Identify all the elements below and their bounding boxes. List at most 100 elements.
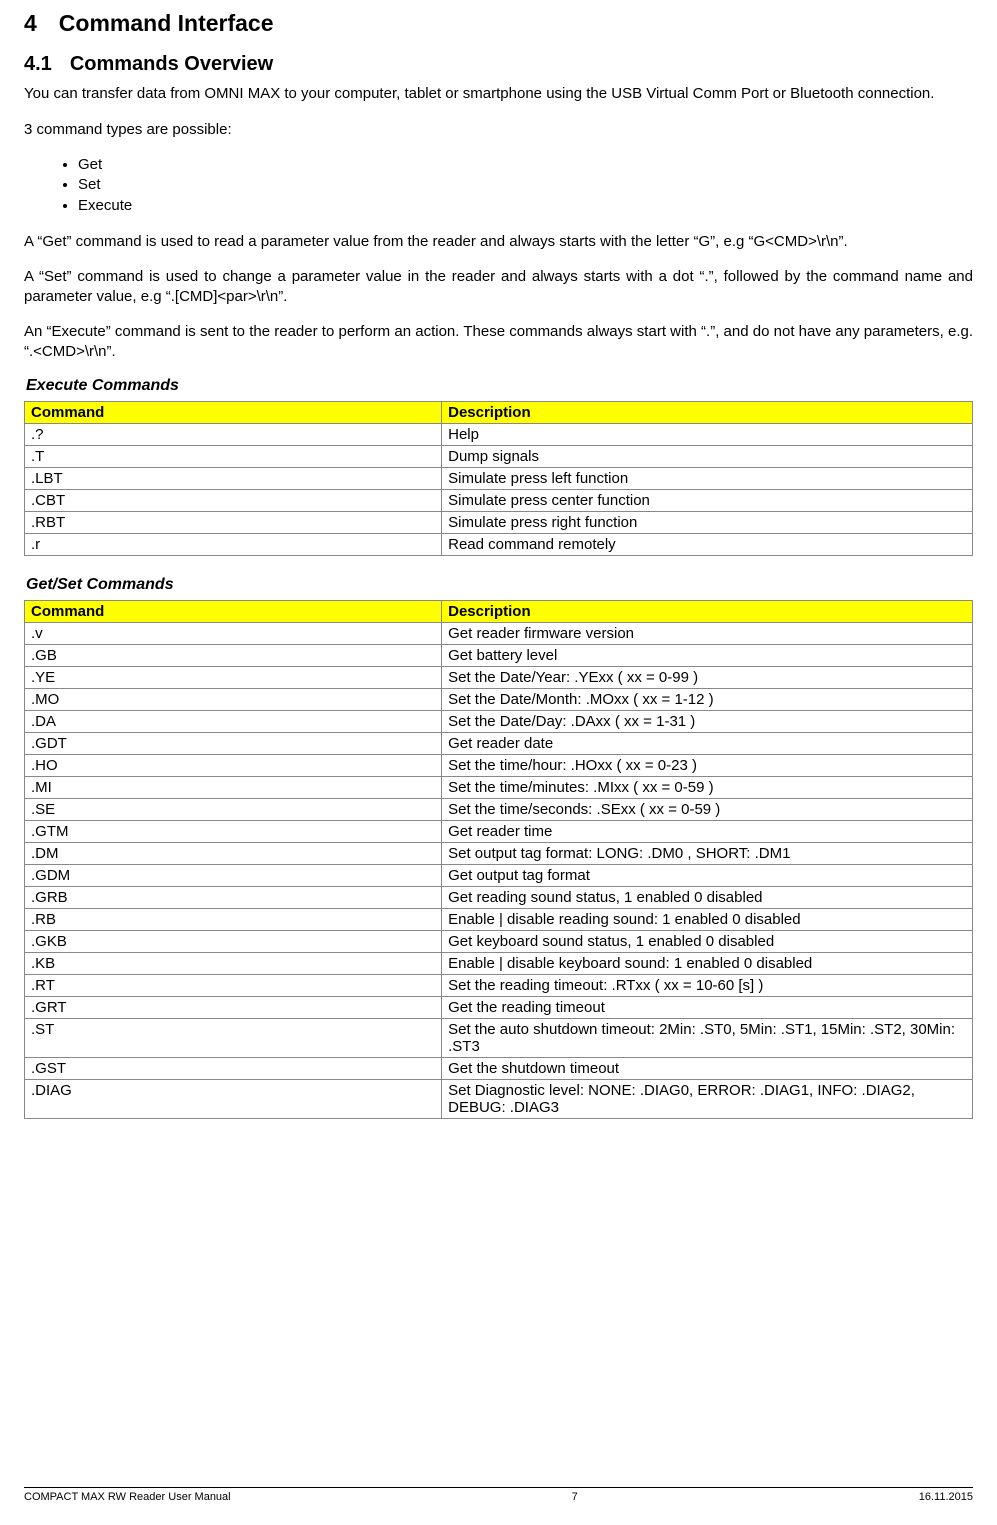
table-cell: Get battery level (442, 645, 973, 667)
footer-right: 16.11.2015 (919, 1491, 973, 1503)
table-cell: .GST (25, 1058, 442, 1080)
footer-left: COMPACT MAX RW Reader User Manual (24, 1491, 231, 1503)
table-cell: .KB (25, 953, 442, 975)
table-row: .GDTGet reader date (25, 733, 973, 755)
table-row: .RBTSimulate press right function (25, 512, 973, 534)
table-cell: Read command remotely (442, 534, 973, 556)
subsection-heading: 4.1 Commands Overview (24, 53, 973, 76)
list-item: Set (78, 175, 973, 195)
table-cell: .LBT (25, 468, 442, 490)
table-cell: .DIAG (25, 1080, 442, 1119)
table-cell: Set output tag format: LONG: .DM0 , SHOR… (442, 843, 973, 865)
table-cell: .GDT (25, 733, 442, 755)
table-cell: .GDM (25, 865, 442, 887)
table-row: .HOSet the time/hour: .HOxx ( xx = 0-23 … (25, 755, 973, 777)
table-cell: Get reader firmware version (442, 623, 973, 645)
table-cell: Set the Date/Month: .MOxx ( xx = 1-12 ) (442, 689, 973, 711)
table-cell: .SE (25, 799, 442, 821)
subsection-number: 4.1 (24, 53, 52, 75)
table-cell: Get reader date (442, 733, 973, 755)
table-cell: .CBT (25, 490, 442, 512)
section-number: 4 (24, 10, 37, 36)
table-cell: Set the reading timeout: .RTxx ( xx = 10… (442, 975, 973, 997)
table-row: .GSTGet the shutdown timeout (25, 1058, 973, 1080)
table-header: Command (25, 402, 442, 424)
table-cell: Get the shutdown timeout (442, 1058, 973, 1080)
table-cell: .RBT (25, 512, 442, 534)
table-row: .MISet the time/minutes: .MIxx ( xx = 0-… (25, 777, 973, 799)
table-cell: Get reading sound status, 1 enabled 0 di… (442, 887, 973, 909)
table-row: .SESet the time/seconds: .SExx ( xx = 0-… (25, 799, 973, 821)
execute-commands-block: Execute Commands Command Description .?H… (24, 377, 973, 556)
table-row: .YESet the Date/Year: .YExx ( xx = 0-99 … (25, 667, 973, 689)
table-cell: Set the Date/Day: .DAxx ( xx = 1-31 ) (442, 711, 973, 733)
table-cell: .MI (25, 777, 442, 799)
body-paragraph: You can transfer data from OMNI MAX to y… (24, 84, 973, 104)
table-cell: Get the reading timeout (442, 997, 973, 1019)
table-row: .DASet the Date/Day: .DAxx ( xx = 1-31 ) (25, 711, 973, 733)
footer-center: 7 (572, 1491, 578, 1503)
table-cell: Simulate press center function (442, 490, 973, 512)
table-cell: .GB (25, 645, 442, 667)
table-cell: Set the time/minutes: .MIxx ( xx = 0-59 … (442, 777, 973, 799)
table-cell: .? (25, 424, 442, 446)
table-cell: Set the Date/Year: .YExx ( xx = 0-99 ) (442, 667, 973, 689)
table-cell: .YE (25, 667, 442, 689)
table-title: Execute Commands (26, 377, 973, 395)
table-header: Command (25, 601, 442, 623)
table-cell: Help (442, 424, 973, 446)
table-cell: .RB (25, 909, 442, 931)
table-row: .RTSet the reading timeout: .RTxx ( xx =… (25, 975, 973, 997)
table-header: Description (442, 601, 973, 623)
table-cell: Get keyboard sound status, 1 enabled 0 d… (442, 931, 973, 953)
table-cell: .MO (25, 689, 442, 711)
table-row: .?Help (25, 424, 973, 446)
table-cell: Set Diagnostic level: NONE: .DIAG0, ERRO… (442, 1080, 973, 1119)
body-paragraph: 3 command types are possible: (24, 120, 973, 140)
table-cell: Get reader time (442, 821, 973, 843)
table-row: .GTMGet reader time (25, 821, 973, 843)
table-cell: Get output tag format (442, 865, 973, 887)
table-row: .CBTSimulate press center function (25, 490, 973, 512)
table-row: .LBTSimulate press left function (25, 468, 973, 490)
getset-commands-block: Get/Set Commands Command Description .vG… (24, 576, 973, 1119)
table-cell: .T (25, 446, 442, 468)
table-cell: Simulate press left function (442, 468, 973, 490)
table-cell: .v (25, 623, 442, 645)
table-row: .vGet reader firmware version (25, 623, 973, 645)
page-footer: COMPACT MAX RW Reader User Manual 7 16.1… (24, 1487, 973, 1503)
table-row: .GRBGet reading sound status, 1 enabled … (25, 887, 973, 909)
table-title: Get/Set Commands (26, 576, 973, 594)
table-row: .STSet the auto shutdown timeout: 2Min: … (25, 1019, 973, 1058)
table-cell: Set the time/seconds: .SExx ( xx = 0-59 … (442, 799, 973, 821)
table-row: .DMSet output tag format: LONG: .DM0 , S… (25, 843, 973, 865)
list-item: Get (78, 155, 973, 175)
table-cell: .GKB (25, 931, 442, 953)
table-row: .GKBGet keyboard sound status, 1 enabled… (25, 931, 973, 953)
table-cell: Simulate press right function (442, 512, 973, 534)
table-row: .GBGet battery level (25, 645, 973, 667)
table-cell: Enable | disable keyboard sound: 1 enabl… (442, 953, 973, 975)
table-row: .RBEnable | disable reading sound: 1 ena… (25, 909, 973, 931)
execute-commands-table: Command Description .?Help.TDump signals… (24, 401, 973, 556)
table-cell: .DM (25, 843, 442, 865)
table-header: Description (442, 402, 973, 424)
section-heading: 4 Command Interface (24, 10, 973, 37)
section-title: Command Interface (59, 10, 274, 36)
list-item: Execute (78, 196, 973, 216)
table-cell: Set the time/hour: .HOxx ( xx = 0-23 ) (442, 755, 973, 777)
body-paragraph: A “Get” command is used to read a parame… (24, 232, 973, 252)
table-row: .GRTGet the reading timeout (25, 997, 973, 1019)
table-cell: .r (25, 534, 442, 556)
subsection-title: Commands Overview (70, 53, 273, 75)
bullet-list: Get Set Execute (24, 155, 973, 216)
table-cell: .GRT (25, 997, 442, 1019)
body-paragraph: An “Execute” command is sent to the read… (24, 322, 973, 361)
table-cell: .GTM (25, 821, 442, 843)
table-cell: Dump signals (442, 446, 973, 468)
table-cell: .HO (25, 755, 442, 777)
table-row: .KBEnable | disable keyboard sound: 1 en… (25, 953, 973, 975)
table-cell: .ST (25, 1019, 442, 1058)
table-row: .TDump signals (25, 446, 973, 468)
getset-commands-table: Command Description .vGet reader firmwar… (24, 600, 973, 1119)
